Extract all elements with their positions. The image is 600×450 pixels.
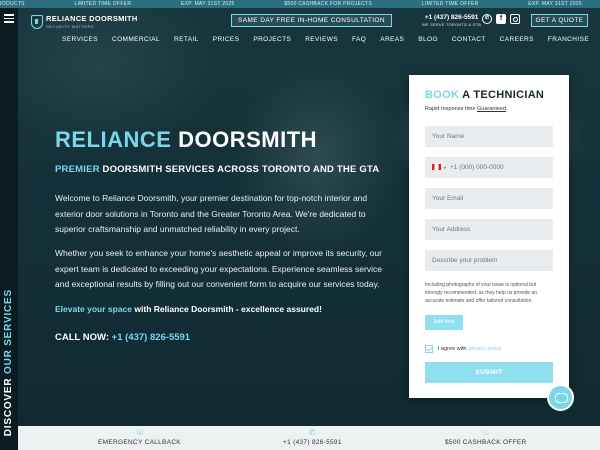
- phone-callback-icon: ☏: [134, 428, 146, 437]
- get-quote-button[interactable]: GET A QUOTE: [531, 14, 588, 27]
- menu-icon[interactable]: [4, 12, 14, 25]
- form-title: BOOK A TECHNICIAN: [425, 89, 553, 101]
- call-now: CALL NOW: +1 (437) 826-5591: [55, 332, 190, 343]
- chevron-down-icon[interactable]: ▼: [443, 165, 447, 170]
- header-phone-subtext: WE SERVE TORONTO & GTA: [422, 22, 482, 27]
- whatsapp-icon[interactable]: ✆: [482, 14, 492, 24]
- facebook-icon[interactable]: f: [496, 14, 506, 24]
- nav-item-careers[interactable]: CAREERS: [500, 36, 534, 43]
- hero-subtitle-rest: DOORSMITH SERVICES ACROSS TORONTO AND TH…: [102, 164, 380, 175]
- form-subtitle-text: Rapid response time: [425, 106, 476, 112]
- chat-icon[interactable]: [547, 384, 574, 411]
- nav-item-reviews[interactable]: REVIEWS: [305, 36, 338, 43]
- shield-icon: [31, 14, 43, 29]
- hero-subtitle: PREMIER DOORSMITH SERVICES ACROSS TORONT…: [55, 164, 379, 175]
- ticker-item: EXP. MAY 31ST 2025: [528, 1, 582, 7]
- submit-button[interactable]: SUBMIT: [425, 362, 553, 383]
- nav-item-franchise[interactable]: FRANCHISE: [548, 36, 589, 43]
- intro-paragraph: Welcome to Reliance Doorsmith, your prem…: [55, 193, 368, 234]
- header-phone[interactable]: +1 (437) 826-5591 WE SERVE TORONTO & GTA: [422, 14, 481, 27]
- side-panel: DISCOVER OUR SERVICES: [0, 8, 18, 450]
- canada-flag-icon[interactable]: [432, 164, 441, 171]
- guaranteed-link[interactable]: Guaranteed: [477, 106, 506, 112]
- hero-title: RELIANCE DOORSMITH: [55, 127, 317, 153]
- phone-placeholder: +1 (000) 000-0000: [449, 164, 504, 171]
- problem-input[interactable]: Describe your problem: [425, 250, 553, 271]
- agree-checkbox[interactable]: [425, 345, 433, 353]
- hero-tagline: Elevate your space with Reliance Doorsmi…: [55, 304, 322, 314]
- agree-text: I agree with: [438, 346, 467, 352]
- emergency-callback-label: EMERGENCY CALLBACK: [98, 439, 181, 446]
- header-phone-number: +1 (437) 826-5591: [424, 14, 479, 21]
- tagline-rest: with Reliance Doorsmith - excellence ass…: [134, 304, 322, 314]
- ticker-item: EXP. MAY 31ST 2025: [180, 1, 235, 7]
- cashback-label: $500 CASHBACK OFFER: [445, 439, 527, 446]
- bottom-phone-label: +1 (437) 826-5591: [283, 439, 342, 446]
- consultation-button[interactable]: SAME DAY FREE IN-HOME CONSULTATION: [231, 14, 392, 27]
- services-paragraph: Whether you seek to enhance your home's …: [55, 248, 382, 289]
- nav-item-retail[interactable]: RETAIL: [174, 36, 199, 43]
- call-now-label: CALL NOW:: [55, 332, 110, 343]
- ticker-item: $500 CASHBACK FOR PROJECTS: [284, 1, 373, 7]
- hero-title-highlight: RELIANCE: [55, 127, 172, 152]
- form-subtitle: Rapid response time Guaranteed: [425, 106, 553, 112]
- our-services-label: OUR SERVICES: [3, 288, 14, 374]
- logo[interactable]: RELIANCE DOORSMITH SECURITY MATTERS: [31, 14, 138, 29]
- bottom-phone[interactable]: ✆ +1 (437) 826-5591: [283, 428, 342, 446]
- nav-item-areas[interactable]: AREAS: [380, 36, 404, 43]
- form-title-rest: A TECHNICIAN: [462, 89, 545, 101]
- social-links: ✆ f: [482, 14, 520, 24]
- tagline-highlight: Elevate your space: [55, 304, 133, 314]
- nav-item-faq[interactable]: FAQ: [352, 36, 366, 43]
- bottom-bar: ☏ EMERGENCY CALLBACK ✆ +1 (437) 826-5591…: [18, 426, 600, 450]
- nav-item-services[interactable]: SERVICES: [62, 36, 98, 43]
- nav-item-blog[interactable]: BLOG: [418, 36, 438, 43]
- phone-input[interactable]: ▼ +1 (000) 000-0000: [425, 157, 553, 178]
- nav-item-commercial[interactable]: COMMERCIAL: [112, 36, 160, 43]
- emergency-callback[interactable]: ☏ EMERGENCY CALLBACK: [98, 428, 181, 446]
- ticker-item: LIMITED TIME OFFER: [74, 1, 132, 7]
- discover-services-tab[interactable]: DISCOVER OUR SERVICES: [3, 289, 14, 436]
- main-nav: SERVICES COMMERCIAL RETAIL PRICES PROJEC…: [62, 36, 600, 43]
- address-input[interactable]: Your Address: [425, 219, 553, 240]
- instagram-icon[interactable]: [510, 14, 520, 24]
- phone-icon: ✆: [308, 428, 316, 437]
- ticker-item: RODUCTS: [0, 1, 25, 7]
- name-input[interactable]: Your Name: [425, 126, 553, 147]
- ticker-item: LIMITED TIME OFFER: [421, 1, 479, 7]
- email-input[interactable]: Your Email: [425, 188, 553, 209]
- form-title-highlight: BOOK: [425, 89, 460, 101]
- privacy-agreement: I agree with privacy policy: [425, 345, 501, 353]
- form-note: Including photographs of your issue is o…: [425, 282, 538, 304]
- flame-icon: ♨: [482, 428, 490, 437]
- booking-form: BOOK A TECHNICIAN Rapid response time Gu…: [409, 75, 569, 398]
- cashback-offer[interactable]: ♨ $500 CASHBACK OFFER: [445, 428, 527, 446]
- hero-subtitle-highlight: PREMIER: [55, 164, 100, 175]
- promo-ticker: RODUCTS LIMITED TIME OFFER EXP. MAY 31ST…: [0, 0, 600, 8]
- nav-item-contact[interactable]: CONTACT: [452, 36, 486, 43]
- privacy-policy-link[interactable]: privacy policy: [468, 346, 501, 352]
- hero-title-rest: DOORSMITH: [178, 127, 318, 152]
- call-now-number[interactable]: +1 (437) 826-5591: [112, 332, 190, 343]
- logo-tagline: SECURITY MATTERS: [46, 24, 95, 29]
- discover-label: DISCOVER: [3, 377, 14, 436]
- logo-name: RELIANCE DOORSMITH: [46, 14, 138, 23]
- add-files-button[interactable]: Add files: [425, 315, 463, 330]
- nav-item-prices[interactable]: PRICES: [213, 36, 240, 43]
- nav-item-projects[interactable]: PROJECTS: [253, 36, 291, 43]
